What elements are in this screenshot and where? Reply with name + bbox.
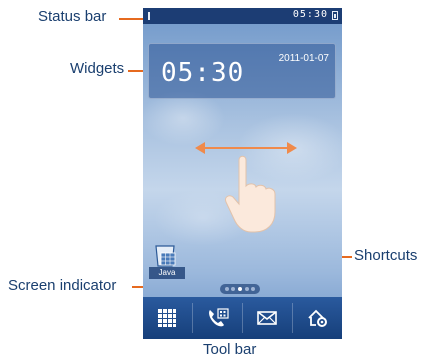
status-bar: 05:30: [143, 8, 342, 24]
widget-time: 05:30: [161, 58, 245, 88]
widgets-callout: Widgets: [70, 60, 125, 77]
indicator-dot: [245, 287, 249, 291]
tool-bar: [143, 297, 342, 339]
home-settings-button[interactable]: [293, 297, 342, 339]
messages-icon: [257, 311, 277, 325]
clock-widget[interactable]: 05:30 2011-01-07: [148, 43, 336, 99]
contacts-call-button[interactable]: [193, 297, 242, 339]
swipe-gesture-icon: [195, 142, 297, 233]
shortcuts-callout: Shortcuts: [354, 247, 418, 264]
java-cup-icon: [155, 245, 176, 267]
screen-indicator-callout: Screen indicator: [8, 277, 117, 294]
indicator-dot-active: [238, 287, 242, 291]
apps-button[interactable]: [143, 297, 192, 339]
contacts-call-icon: [209, 308, 229, 327]
home-settings-icon: [308, 309, 327, 327]
battery-icon: [332, 11, 338, 20]
indicator-dot: [225, 287, 229, 291]
status-bar-callout: Status bar: [38, 8, 107, 25]
widget-date: 2011-01-07: [278, 53, 329, 64]
apps-icon: [158, 309, 176, 327]
phone-screen: 05:30 05:30 2011-01-07 Java: [143, 8, 342, 339]
indicator-dot: [231, 287, 235, 291]
indicator-dot: [251, 287, 255, 291]
tool-bar-callout: Tool bar: [203, 341, 257, 358]
screen-indicator[interactable]: [220, 284, 260, 294]
status-bar-time: 05:30: [292, 9, 328, 20]
signal-icon: [148, 12, 150, 20]
messages-button[interactable]: [243, 297, 292, 339]
shortcut-label: Java: [149, 267, 185, 279]
java-shortcut[interactable]: Java: [147, 242, 185, 280]
